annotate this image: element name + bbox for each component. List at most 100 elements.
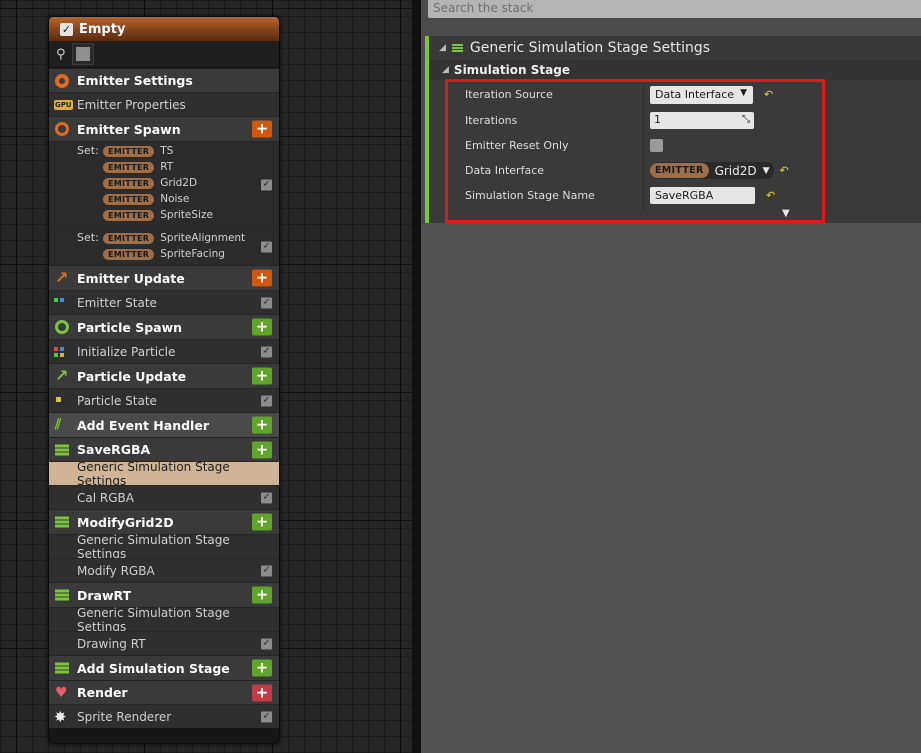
set-label: Set: xyxy=(77,144,99,157)
collapse-triangle-icon[interactable]: ◢ xyxy=(439,43,446,53)
generic-sim-stage-header[interactable]: ◢ Generic Simulation Stage Settings xyxy=(425,36,921,60)
property-label: Simulation Stage Name xyxy=(465,189,595,202)
data-interface-dropdown[interactable]: EMITTER Grid2D ▼ xyxy=(650,162,774,179)
simulation-stage-name-input[interactable]: SaveRGBA xyxy=(650,187,755,204)
group-title: Generic Simulation Stage Settings xyxy=(469,40,711,56)
emitter-header[interactable]: ✓ Empty xyxy=(49,17,279,41)
item-emitter-state[interactable]: Emitter State ✓ xyxy=(49,290,279,314)
add-emitter-spawn-button[interactable]: + xyxy=(252,120,272,138)
add-simulation-stage-button[interactable]: + xyxy=(252,659,272,677)
section-draw-rt[interactable]: DrawRT + xyxy=(49,582,279,607)
render-icon: ♥ xyxy=(55,684,68,701)
emitter-namespace-pill: EMITTER xyxy=(103,232,155,244)
isolate-icon[interactable]: ⚲ xyxy=(56,47,66,62)
set-row: EMITTER SpriteFacing xyxy=(103,247,225,261)
emitter-enabled-checkbox[interactable]: ✓ xyxy=(60,22,73,36)
search-input[interactable]: Search the stack xyxy=(428,0,921,18)
item-modify-grid-settings[interactable]: Generic Simulation Stage Settings xyxy=(49,533,279,561)
add-emitter-update-button[interactable]: + xyxy=(252,269,272,287)
add-modify-grid-module-button[interactable]: + xyxy=(252,513,272,531)
item-save-rgba-settings[interactable]: Generic Simulation Stage Settings xyxy=(49,460,279,488)
section-add-simulation-stage[interactable]: Add Simulation Stage + xyxy=(49,655,279,680)
row-simulation-stage-name: Simulation Stage Name SaveRGBA ↶ xyxy=(429,183,921,208)
section-emitter-spawn[interactable]: Emitter Spawn + xyxy=(49,116,279,141)
category-title: Simulation Stage xyxy=(453,63,570,77)
enabled-checkbox[interactable]: ✓ xyxy=(261,638,272,649)
enabled-checkbox[interactable]: ✓ xyxy=(261,711,272,722)
section-add-event-handler[interactable]: ⫽ Add Event Handler + xyxy=(49,412,279,437)
section-render[interactable]: ♥ Render + xyxy=(49,680,279,704)
section-modify-grid2d[interactable]: ModifyGrid2D + xyxy=(49,509,279,534)
enabled-checkbox[interactable]: ✓ xyxy=(261,395,272,406)
simulation-stage-icon xyxy=(55,662,69,674)
dropdown-value: Grid2D xyxy=(714,163,757,178)
reset-to-default-icon[interactable]: ↶ xyxy=(766,189,775,202)
property-value: SaveRGBA ↶ xyxy=(650,187,775,204)
enabled-checkbox[interactable]: ✓ xyxy=(261,565,272,576)
emitter-node: ✓ Empty ⚲ Emitter Settings GPU Emitter P… xyxy=(48,16,280,744)
chevron-down-icon: ▼ xyxy=(762,165,770,176)
property-label: Iteration Source xyxy=(465,88,553,101)
update-arrow-icon: ↗ xyxy=(55,366,69,385)
panel-divider[interactable] xyxy=(412,0,421,753)
reset-to-default-icon[interactable]: ↶ xyxy=(764,88,773,101)
param-name: SpriteAlignment xyxy=(160,232,246,244)
enabled-checkbox[interactable]: ✓ xyxy=(261,297,272,308)
emitter-namespace-pill: EMITTER xyxy=(650,163,709,178)
add-renderer-button[interactable]: + xyxy=(252,684,272,701)
set-parameters-block-1[interactable]: Set: EMITTER TS EMITTER RT EMITTER Grid2… xyxy=(49,141,279,227)
property-label: Data Interface xyxy=(465,164,545,177)
reset-to-default-icon[interactable]: ↶ xyxy=(780,164,789,177)
dropdown-value: Data Interface xyxy=(655,87,735,101)
simulation-stage-category[interactable]: ◢ Simulation Stage xyxy=(425,60,921,80)
emitter-namespace-pill: EMITTER xyxy=(103,177,155,189)
item-cal-rgba[interactable]: Cal RGBA ✓ xyxy=(49,485,279,509)
enabled-checkbox[interactable]: ✓ xyxy=(261,179,272,190)
set-row: EMITTER SpriteAlignment xyxy=(103,231,245,245)
empty-stack-area xyxy=(421,223,921,753)
enabled-checkbox[interactable]: ✓ xyxy=(261,492,272,503)
section-particle-update[interactable]: ↗ Particle Update + xyxy=(49,363,279,388)
add-draw-rt-module-button[interactable]: + xyxy=(252,586,272,604)
param-name: SpriteFacing xyxy=(160,248,225,260)
show-advanced-icon[interactable]: ▼ xyxy=(782,208,790,219)
gpu-icon: GPU xyxy=(54,99,73,110)
add-save-rgba-module-button[interactable]: + xyxy=(252,441,272,458)
sprite-burst-icon: ✸ xyxy=(54,707,67,726)
add-event-handler-button[interactable]: + xyxy=(252,416,272,434)
collapse-triangle-icon[interactable]: ◢ xyxy=(442,65,449,75)
gear-icon xyxy=(55,73,69,88)
emitter-namespace-pill: EMITTER xyxy=(103,248,155,260)
section-save-rgba[interactable]: SaveRGBA + xyxy=(49,437,279,461)
spawn-ring-icon xyxy=(55,320,69,334)
iteration-source-dropdown[interactable]: Data Interface ▼ xyxy=(650,85,753,104)
item-sprite-renderer[interactable]: ✸ Sprite Renderer ✓ xyxy=(49,704,279,728)
emitter-title: Empty xyxy=(79,21,126,37)
enabled-checkbox[interactable]: ✓ xyxy=(261,241,272,252)
emitter-reset-only-checkbox[interactable] xyxy=(650,139,663,152)
item-draw-rt-settings[interactable]: Generic Simulation Stage Settings xyxy=(49,606,279,634)
enabled-checkbox[interactable]: ✓ xyxy=(261,346,272,357)
add-particle-spawn-button[interactable]: + xyxy=(252,318,272,336)
input-value: 1 xyxy=(654,113,661,126)
iterations-input[interactable]: 1 ⤡ xyxy=(650,112,754,129)
simulation-stage-icon xyxy=(55,589,69,601)
spawn-ring-icon xyxy=(55,122,69,136)
add-particle-update-button[interactable]: + xyxy=(252,367,272,385)
item-modify-rgba[interactable]: Modify RGBA ✓ xyxy=(49,558,279,582)
resize-grip-icon[interactable]: ⤡ xyxy=(742,114,750,125)
event-handler-icon: ⫽ xyxy=(55,417,62,433)
set-parameters-block-2[interactable]: Set: EMITTER SpriteAlignment EMITTER Spr… xyxy=(49,227,279,265)
item-emitter-properties[interactable]: GPU Emitter Properties xyxy=(49,92,279,116)
param-name: SpriteSize xyxy=(160,209,213,221)
set-row: EMITTER Grid2D xyxy=(103,176,197,190)
item-particle-state[interactable]: Particle State ✓ xyxy=(49,388,279,412)
property-value xyxy=(650,139,663,152)
simulation-stage-icon xyxy=(451,43,463,53)
section-emitter-update[interactable]: ↗ Emitter Update + xyxy=(49,265,279,290)
item-drawing-rt[interactable]: Drawing RT ✓ xyxy=(49,631,279,655)
thumbnail-icon[interactable] xyxy=(71,43,94,65)
item-initialize-particle[interactable]: Initialize Particle ✓ xyxy=(49,339,279,363)
section-particle-spawn[interactable]: Particle Spawn + xyxy=(49,314,279,339)
section-emitter-settings[interactable]: Emitter Settings xyxy=(49,68,279,92)
